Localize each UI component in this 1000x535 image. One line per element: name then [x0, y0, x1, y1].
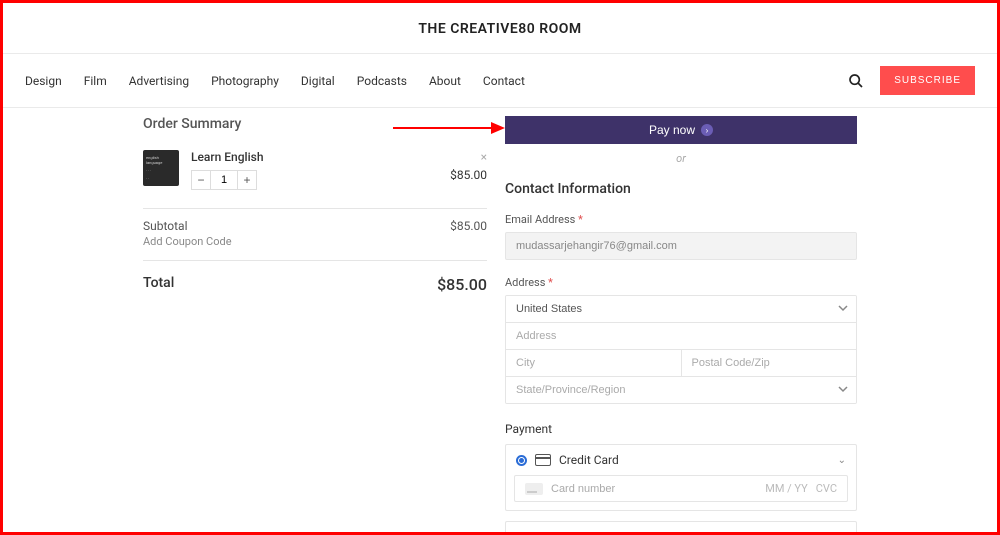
credit-card-option: Credit Card ⌄ MM / YY CVC	[505, 444, 857, 511]
site-header: THE CREATIVE80 ROOM	[3, 3, 997, 54]
item-thumbnail: english language· · ·· ·	[143, 150, 179, 186]
nav-item-design[interactable]: Design	[25, 74, 62, 88]
card-cvc-placeholder[interactable]: CVC	[816, 482, 837, 495]
credit-card-icon	[535, 454, 551, 466]
payment-label: Payment	[505, 422, 857, 436]
card-number-input[interactable]	[551, 483, 757, 495]
nav-item-advertising[interactable]: Advertising	[129, 74, 189, 88]
total-label: Total	[143, 275, 174, 294]
qty-increment[interactable]: +	[237, 170, 257, 190]
city-input[interactable]	[506, 350, 681, 376]
cart-item: english language· · ·· · Learn English −…	[143, 150, 487, 209]
subscribe-button[interactable]: SUBSCRIBE	[880, 66, 975, 95]
pay-now-button[interactable]: Pay now ›	[505, 116, 857, 144]
cod-row[interactable]: Cash on Delivery ›	[506, 522, 856, 535]
card-mini-icon	[525, 483, 543, 495]
checkout-panel: Pay now › or Contact Information Email A…	[505, 116, 857, 535]
or-divider: or	[505, 152, 857, 165]
search-icon[interactable]	[848, 73, 864, 89]
radio-selected-icon	[516, 455, 527, 466]
nav-item-about[interactable]: About	[429, 74, 461, 88]
address-block	[505, 295, 857, 404]
nav-items: Design Film Advertising Photography Digi…	[25, 74, 525, 88]
total-value: $85.00	[437, 275, 487, 294]
remove-item-icon[interactable]: ×	[481, 150, 487, 164]
add-coupon-link[interactable]: Add Coupon Code	[143, 233, 487, 261]
annotation-arrow	[393, 120, 505, 136]
nav-item-photography[interactable]: Photography	[211, 74, 279, 88]
subtotal-row: Subtotal $85.00	[143, 209, 487, 233]
total-row: Total $85.00	[143, 261, 487, 294]
nav-item-podcasts[interactable]: Podcasts	[357, 74, 407, 88]
card-input-row: MM / YY CVC	[514, 475, 848, 502]
nav-item-digital[interactable]: Digital	[301, 74, 335, 88]
email-label: Email Address *	[505, 213, 857, 226]
radio-unselected-icon	[516, 532, 527, 535]
address-label: Address *	[505, 276, 857, 289]
nav-item-film[interactable]: Film	[84, 74, 107, 88]
item-price: $85.00	[450, 168, 487, 182]
chevron-down-icon: ⌄	[838, 455, 846, 466]
contact-info-title: Contact Information	[505, 181, 857, 197]
credit-card-row[interactable]: Credit Card ⌄	[506, 445, 856, 475]
chevron-right-icon: ›	[842, 530, 846, 535]
site-title: THE CREATIVE80 ROOM	[3, 21, 997, 37]
navbar: Design Film Advertising Photography Digi…	[3, 54, 997, 108]
qty-input[interactable]	[211, 170, 237, 190]
country-select[interactable]	[506, 296, 856, 322]
payment-section: Payment Credit Card ⌄ MM / YY CVC	[505, 422, 857, 535]
pay-arrow-icon: ›	[701, 124, 713, 136]
qty-decrement[interactable]: −	[191, 170, 211, 190]
card-expiry-placeholder[interactable]: MM / YY	[765, 482, 808, 495]
subtotal-label: Subtotal	[143, 219, 188, 233]
email-field[interactable]	[505, 232, 857, 260]
order-summary: Order Summary english language· · ·· · L…	[143, 116, 487, 535]
nav-item-contact[interactable]: Contact	[483, 74, 525, 88]
state-select[interactable]	[506, 377, 856, 403]
item-name: Learn English	[191, 150, 487, 164]
zip-input[interactable]	[682, 350, 857, 376]
cash-on-delivery-option: Cash on Delivery ›	[505, 521, 857, 535]
credit-card-label: Credit Card	[559, 453, 619, 467]
address-input[interactable]	[506, 323, 856, 349]
cod-label: Cash on Delivery	[537, 530, 626, 535]
quantity-stepper: − +	[191, 170, 487, 190]
pay-now-label: Pay now	[649, 123, 695, 137]
subtotal-value: $85.00	[450, 219, 487, 233]
